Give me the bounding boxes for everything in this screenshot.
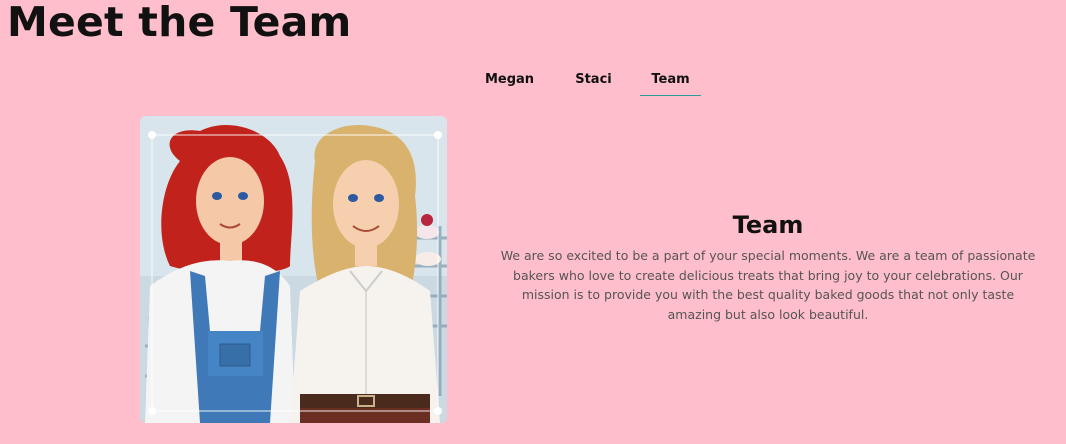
team-photo xyxy=(140,116,447,423)
team-description: We are so excited to be a part of your s… xyxy=(500,248,1036,322)
tab-bar: Megan Staci Team xyxy=(472,64,701,98)
page-title: Meet the Team xyxy=(7,0,352,46)
team-illustration xyxy=(140,116,447,423)
team-content: Team We are so excited to be a part of y… xyxy=(490,210,1046,324)
tab-staci[interactable]: Staci xyxy=(547,64,640,96)
tab-megan[interactable]: Megan xyxy=(472,64,547,96)
team-heading: Team xyxy=(732,211,804,239)
tab-team[interactable]: Team xyxy=(640,64,701,96)
page: Meet the Team Megan Staci Team Team We a… xyxy=(0,0,1066,444)
